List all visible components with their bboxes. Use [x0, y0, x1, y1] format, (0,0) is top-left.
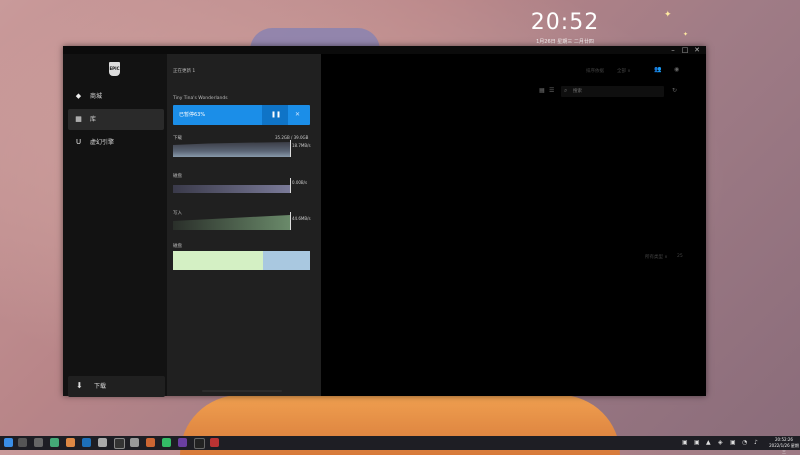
disk-read-graph [173, 185, 290, 193]
queue-label: 正在更新 1 [173, 69, 196, 74]
pause-icon[interactable]: ❚❚ [271, 105, 281, 125]
app-icon[interactable] [178, 438, 187, 447]
taskbar-date: 2022/1/26 星期三 [769, 443, 799, 454]
disk-usage-used [173, 251, 263, 270]
library-main-area: 排序依据 全部 ∨ 👥 ◉ ▦ ☰ ⌕ ↻ 所有类型 ∨ 25 [321, 54, 706, 396]
sort-link[interactable]: 排序依据 [586, 68, 604, 74]
app-icon[interactable] [210, 438, 219, 447]
close-icon[interactable]: ✕ [692, 46, 702, 54]
windows-start-icon[interactable] [4, 438, 13, 447]
type-filter-value: 25 [677, 254, 683, 259]
sparkle-icon: ✦ [664, 10, 672, 20]
search-input[interactable] [573, 86, 661, 97]
account-icon[interactable]: ◉ [674, 66, 679, 73]
section-label-disk-usage: 磁盘 [173, 244, 182, 249]
sidebar-item-unreal[interactable]: U 虚幻引擎 [68, 132, 164, 153]
volume-icon[interactable]: ♪ [754, 439, 758, 446]
taskbar: ▣ ▣ ▲ ◈ ▣ ◔ ♪ 20:52:26 2022/1/26 星期三 [0, 436, 800, 454]
section-label-disk: 磁盘 [173, 174, 182, 179]
search-taskbar-icon[interactable] [18, 438, 27, 447]
download-arrow-icon: ⬇ [76, 381, 83, 390]
disk-write-rate-stat: 44.6MB/s [292, 216, 311, 221]
steam-icon[interactable] [82, 438, 91, 447]
tray-icon[interactable]: ▣ [730, 439, 736, 446]
tray-icon[interactable]: ▲ [706, 439, 711, 446]
download-size-stat: 35.2GB / 39.0GB [275, 135, 309, 140]
sidebar-item-label: 虚幻引擎 [90, 139, 115, 146]
download-graph [173, 142, 290, 157]
downloads-button[interactable]: ⬇ 下载 [68, 376, 165, 397]
desktop-time: 20:52 [530, 10, 600, 35]
download-rate-stat: 18.7MB/s [292, 143, 311, 148]
maximize-icon[interactable]: □ [680, 46, 690, 54]
section-label-write: 写入 [173, 211, 182, 216]
app-icon[interactable] [162, 438, 171, 447]
type-filter[interactable]: 所有类型 ∨ [645, 254, 668, 260]
app-icon[interactable] [98, 438, 107, 447]
game-name: Tiny Tina's Wonderlands [173, 96, 228, 101]
unreal-icon: U [75, 138, 82, 146]
tray-icon[interactable]: ▣ [682, 439, 688, 446]
panel-scrollbar[interactable] [202, 390, 282, 392]
epic-logo-icon[interactable]: EPIC [109, 62, 120, 76]
sparkle-icon: ✦ [683, 31, 689, 38]
disk-read-rate-stat: 0.00B/s [292, 180, 308, 185]
sidebar: EPIC ◆ 商城 ▦ 库 U 虚幻引擎 ⬇ 下载 [63, 54, 167, 397]
disk-usage-bar [173, 251, 310, 270]
search-icon: ⌕ [564, 87, 568, 94]
download-progress-bar[interactable]: 已暂停63% ❚❚ ✕ [173, 105, 310, 125]
app-icon[interactable] [130, 438, 139, 447]
task-view-icon[interactable] [34, 438, 43, 447]
sidebar-item-label: 库 [90, 116, 97, 123]
tray-icon[interactable]: ▣ [694, 439, 700, 446]
desktop-clock: 20:52 1月26日 星期三 二月廿四 [520, 10, 610, 45]
sidebar-item-store[interactable]: ◆ 商城 [68, 86, 164, 107]
epic-taskbar-icon[interactable] [114, 438, 125, 449]
network-icon[interactable]: ◔ [742, 439, 747, 446]
cancel-icon[interactable]: ✕ [295, 105, 300, 125]
app-icon[interactable] [146, 438, 155, 447]
desktop-date: 1月26日 星期三 二月廿四 [536, 39, 594, 45]
app-icon[interactable] [194, 438, 205, 449]
downloads-panel: 正在更新 1 Tiny Tina's Wonderlands 已暂停63% ❚❚… [167, 54, 321, 396]
refresh-icon[interactable]: ↻ [672, 87, 677, 94]
grid-view-icon[interactable]: ▦ [539, 87, 545, 94]
sidebar-item-library[interactable]: ▦ 库 [68, 109, 164, 130]
app-icon[interactable] [50, 438, 59, 447]
minimize-icon[interactable]: – [668, 46, 678, 54]
disk-write-graph [173, 215, 290, 230]
graph-marker [290, 178, 291, 193]
graph-marker [290, 212, 291, 230]
search-box[interactable]: ⌕ [561, 86, 664, 97]
downloads-button-label: 下载 [94, 383, 107, 390]
grid-icon: ▦ [75, 115, 82, 123]
progress-text: 已暂停63% [179, 112, 206, 118]
filter-link[interactable]: 全部 ∨ [617, 68, 631, 74]
friends-icon[interactable]: 👥 [654, 66, 661, 73]
graph-marker [290, 140, 291, 157]
epic-launcher-window: – □ ✕ EPIC ◆ 商城 ▦ 库 U 虚幻引擎 ⬇ 下载 正在更新 1 T… [63, 46, 706, 397]
tag-icon: ◆ [75, 92, 82, 100]
title-bar[interactable]: – □ ✕ [63, 46, 706, 54]
list-view-icon[interactable]: ☰ [549, 87, 554, 94]
section-label-download: 下载 [173, 136, 182, 141]
shield-icon[interactable]: ◈ [718, 439, 723, 446]
browser-icon[interactable] [66, 438, 75, 447]
sidebar-item-label: 商城 [90, 93, 103, 100]
taskbar-clock[interactable]: 20:52:26 2022/1/26 星期三 [768, 437, 800, 455]
